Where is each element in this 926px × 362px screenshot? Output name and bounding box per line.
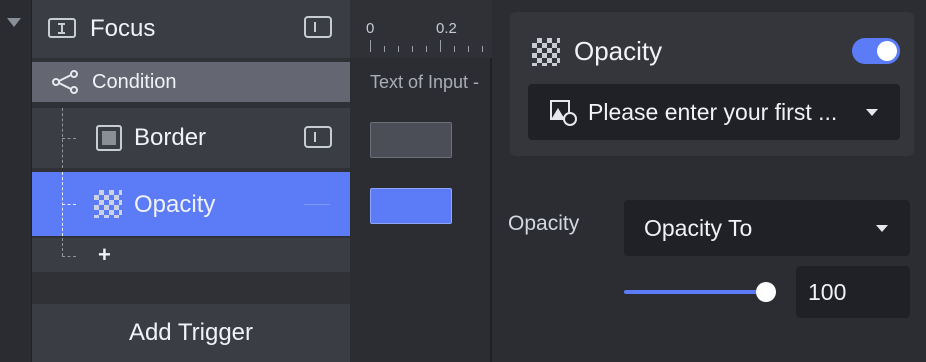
ruler-tick: [454, 46, 455, 52]
ruler-tick: [384, 46, 385, 52]
layer-row-condition[interactable]: Condition: [32, 62, 350, 102]
timeline-bar-border[interactable]: [370, 122, 452, 158]
add-trigger-button[interactable]: Add Trigger: [32, 304, 350, 362]
target-select-value: Please enter your first ...: [588, 98, 838, 125]
chevron-down-icon: [866, 109, 878, 116]
chevron-down-icon: [876, 225, 888, 232]
ruler-tick-label: 0: [366, 20, 375, 37]
opacity-value-input[interactable]: 100: [796, 266, 910, 318]
tree-connector: [62, 238, 63, 256]
input-field-icon: [304, 126, 332, 148]
timeline-bar-opacity[interactable]: [370, 188, 452, 224]
ruler-tick: [468, 46, 469, 52]
collapse-caret-icon[interactable]: [7, 18, 21, 27]
opacity-mode-select[interactable]: Opacity To: [624, 200, 910, 256]
target-select[interactable]: Please enter your first ...: [528, 84, 900, 140]
inspector-panel: Opacity Please enter your first ... Opac…: [494, 0, 926, 362]
text-cursor-icon: [48, 18, 76, 38]
opacity-slider-track[interactable]: [624, 290, 768, 294]
toggle-knob: [877, 41, 897, 61]
left-gutter: [0, 0, 32, 362]
add-trigger-label: Add Trigger: [128, 319, 254, 346]
add-layer-row[interactable]: +: [32, 238, 350, 272]
layer-row-opacity[interactable]: Opacity: [32, 172, 350, 236]
input-field-icon: [304, 16, 332, 38]
timeline: 0 0.2 Text of Input -: [350, 0, 492, 362]
ruler-tick: [440, 40, 441, 52]
ruler-tick: [482, 46, 483, 52]
action-card: Opacity Please enter your first ...: [510, 12, 914, 156]
layer-label-condition: Condition: [92, 71, 177, 93]
tree-connector: [62, 138, 76, 139]
layer-label-focus: Focus: [90, 15, 156, 42]
tree-connector: [62, 256, 76, 257]
action-title: Opacity: [574, 36, 663, 66]
layer-label-border: Border: [134, 124, 207, 151]
timeline-ruler[interactable]: 0 0.2: [350, 0, 492, 58]
layer-row-focus[interactable]: Focus: [32, 0, 350, 58]
layer-row-border[interactable]: Border: [32, 108, 350, 168]
ruler-tick: [370, 40, 371, 52]
input-field-icon: [304, 204, 330, 205]
ruler-tick: [398, 46, 399, 52]
property-label: Opacity: [508, 212, 580, 235]
ruler-tick-label: 0.2: [436, 20, 457, 37]
branch-icon: [52, 70, 78, 94]
checkerboard-icon: [94, 190, 122, 218]
opacity-mode-value: Opacity To: [644, 214, 753, 241]
square-frame-icon: [96, 125, 122, 151]
ruler-tick: [412, 46, 413, 52]
track-label: Text of Input -: [370, 72, 480, 92]
layer-tree: Focus Condition Border Opacity + Add Tri: [32, 0, 350, 362]
add-action-button[interactable]: +: [98, 242, 111, 268]
image-shapes-icon: [550, 100, 577, 126]
enable-toggle[interactable]: [852, 38, 900, 64]
opacity-slider-handle[interactable]: [756, 282, 776, 302]
ruler-tick: [426, 46, 427, 52]
tree-connector: [62, 204, 76, 205]
checkerboard-icon: [532, 38, 560, 66]
layer-label-opacity: Opacity: [134, 191, 216, 218]
